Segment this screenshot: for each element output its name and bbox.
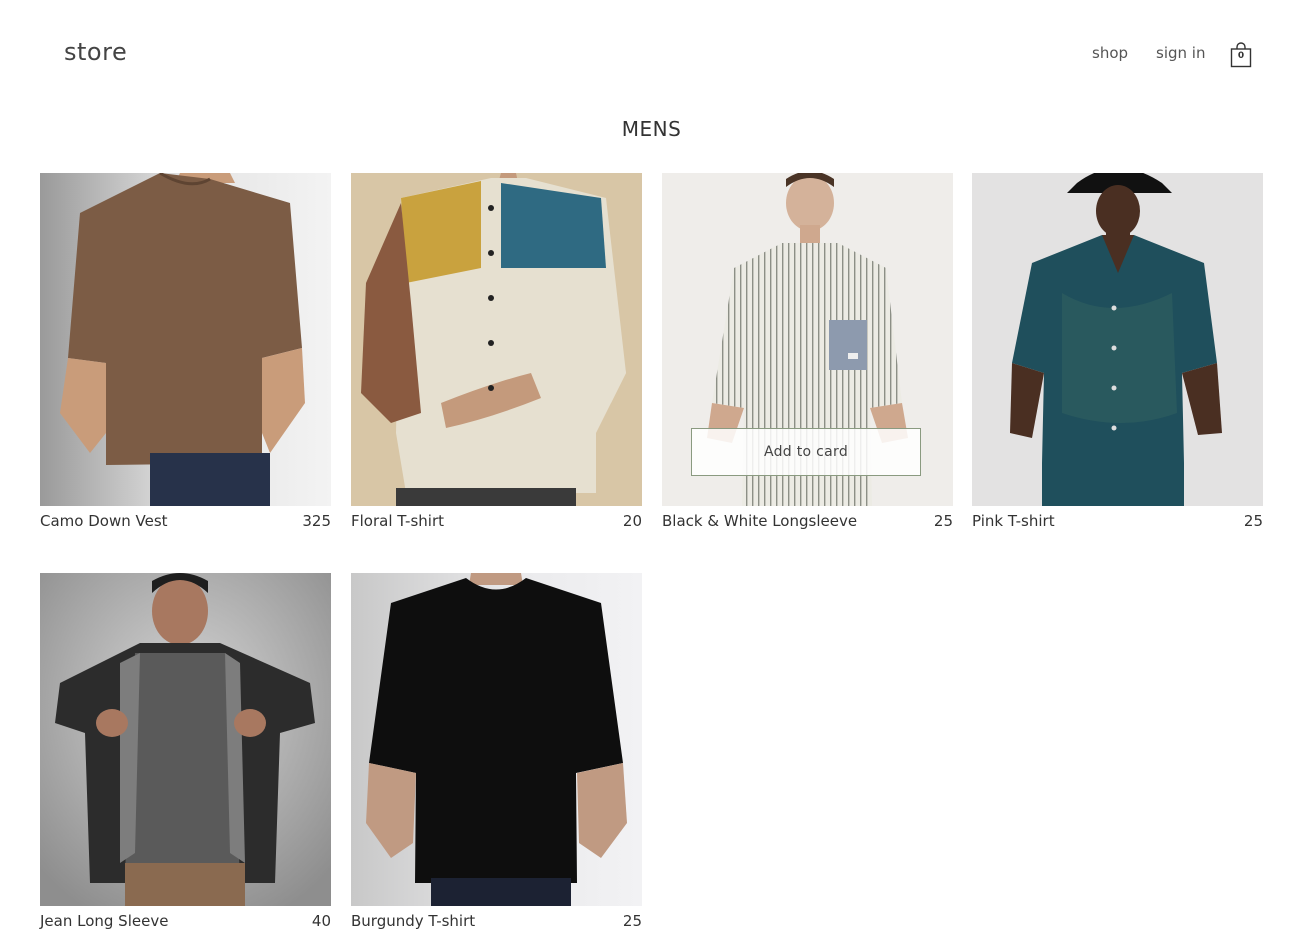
product-name[interactable]: Camo Down Vest [40,512,168,530]
product-card[interactable]: Burgundy T-shirt 25 [351,573,642,938]
site-header: store shop sign in 0 [0,0,1303,100]
product-image[interactable] [351,573,642,906]
product-card[interactable]: Add to card Black & White Longsleeve 25 [662,173,953,538]
product-name[interactable]: Black & White Longsleeve [662,512,857,530]
product-name[interactable]: Floral T-shirt [351,512,444,530]
product-card[interactable]: Floral T-shirt 20 [351,173,642,538]
product-image[interactable] [972,173,1263,506]
product-price: 25 [1243,512,1263,530]
page-title: MENS [621,117,682,141]
cart-button[interactable]: 0 [1230,42,1252,68]
product-image[interactable] [40,573,331,906]
product-card[interactable]: Pink T-shirt 25 [972,173,1263,538]
product-name[interactable]: Burgundy T-shirt [351,912,475,930]
product-price: 25 [622,912,642,930]
product-image[interactable] [40,173,331,506]
product-price: 325 [302,512,331,530]
product-card[interactable]: Camo Down Vest 325 [40,173,331,538]
product-image[interactable] [351,173,642,506]
store-logo[interactable]: store [64,38,127,66]
product-price: 20 [622,512,642,530]
product-card[interactable]: Jean Long Sleeve 40 [40,573,331,938]
nav-shop-link[interactable]: shop [1092,44,1128,62]
product-name[interactable]: Jean Long Sleeve [40,912,168,930]
nav-sign-in-link[interactable]: sign in [1156,44,1205,62]
add-to-cart-button[interactable]: Add to card [691,428,921,476]
product-name[interactable]: Pink T-shirt [972,512,1055,530]
product-price: 25 [933,512,953,530]
cart-count: 0 [1237,51,1245,61]
product-price: 40 [311,912,331,930]
